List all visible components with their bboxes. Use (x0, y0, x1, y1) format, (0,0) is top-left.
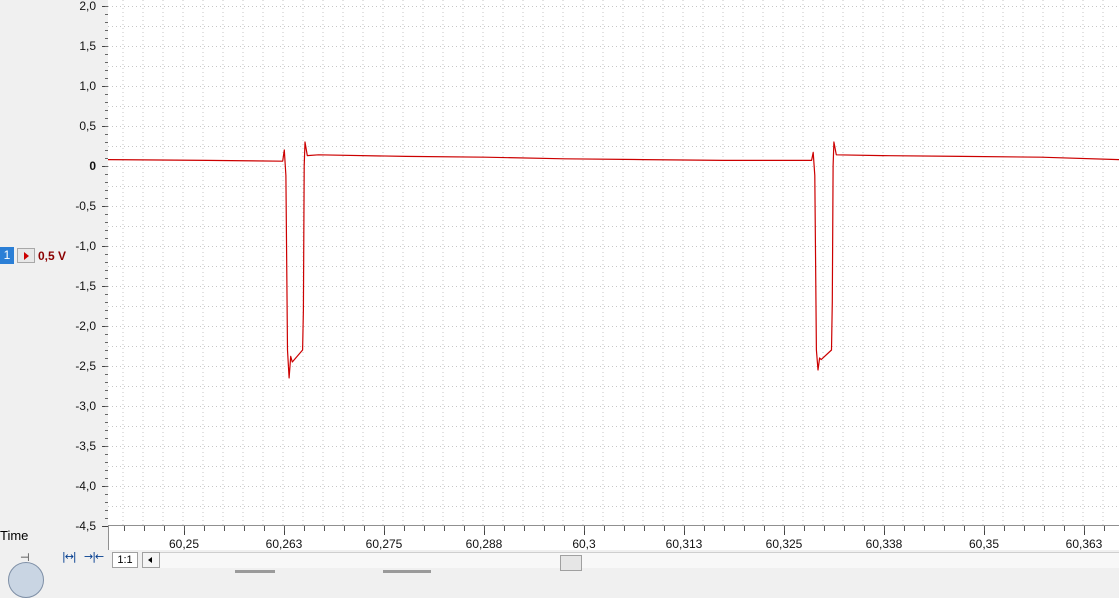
y-tick-label: 0,5 (79, 119, 96, 133)
time-axis: 60,25 60,263 60,275 60,288 60,3 60,313 60,325 6… (108, 525, 1119, 551)
y-tick-label: 1,5 (79, 39, 96, 53)
x-minor-tick (684, 526, 685, 531)
waveform-plot (108, 0, 1119, 525)
plot-area[interactable] (108, 0, 1119, 525)
x-minor-tick (144, 526, 145, 531)
x-minor-tick (184, 526, 185, 531)
x-minor-tick (384, 526, 385, 531)
round-button[interactable] (8, 562, 44, 598)
x-tick-label: 60,3 (572, 537, 596, 551)
x-minor-tick (164, 526, 165, 531)
x-minor-tick (1084, 526, 1085, 531)
x-minor-tick (704, 526, 705, 531)
channel-scale[interactable]: 0,5 V (38, 249, 66, 263)
x-minor-tick (764, 526, 765, 531)
x-minor-tick (324, 526, 325, 531)
x-minor-tick (484, 526, 485, 531)
expand-icon[interactable]: |↔| (62, 550, 77, 568)
x-minor-tick (304, 526, 305, 531)
x-tick-label: 60,338 (865, 537, 903, 551)
channel-arrow-icon[interactable] (17, 248, 35, 263)
x-minor-tick (804, 526, 805, 531)
x-minor-tick (584, 526, 585, 531)
x-minor-tick (364, 526, 365, 531)
x-minor-tick (284, 526, 285, 531)
x-minor-tick (424, 526, 425, 531)
x-minor-tick (724, 526, 725, 531)
x-tick-label: 60,263 (265, 537, 303, 551)
x-minor-tick (904, 526, 905, 531)
x-minor-tick (1004, 526, 1005, 531)
x-tick-label: 60,25 (168, 537, 200, 551)
y-tick-label: -3,0 (75, 399, 96, 413)
x-minor-tick (944, 526, 945, 531)
zoom-ratio-button[interactable]: 1:1 (112, 552, 138, 568)
x-minor-tick (924, 526, 925, 531)
scroll-left-icon[interactable] (142, 552, 160, 568)
x-tick-label: 60,313 (665, 537, 703, 551)
x-minor-tick (524, 526, 525, 531)
x-minor-tick (244, 526, 245, 531)
y-tick-label: -4,0 (75, 479, 96, 493)
bottom-toolbar: ⊣ |↔| →|← 1:1 (0, 550, 1119, 598)
x-minor-tick (464, 526, 465, 531)
x-minor-tick (744, 526, 745, 531)
y-tick-label: -4,5 (75, 519, 96, 533)
y-tick-label: 1,0 (79, 79, 96, 93)
y-tick-label: -1,5 (75, 279, 96, 293)
x-tick-label: 60,325 (765, 537, 803, 551)
x-tick-label: 60,275 (365, 537, 403, 551)
x-minor-tick (1044, 526, 1045, 531)
x-minor-tick (444, 526, 445, 531)
x-minor-tick (824, 526, 825, 531)
x-minor-tick (644, 526, 645, 531)
y-tick-label: -2,5 (75, 359, 96, 373)
x-minor-tick (984, 526, 985, 531)
x-minor-tick (784, 526, 785, 531)
y-tick-label: -3,5 (75, 439, 96, 453)
x-minor-tick (224, 526, 225, 531)
x-minor-tick (844, 526, 845, 531)
y-tick-label: -0,5 (75, 199, 96, 213)
compress-icon[interactable]: →|← (84, 550, 104, 568)
waveform-series (108, 141, 1119, 379)
x-minor-tick (344, 526, 345, 531)
x-minor-tick (544, 526, 545, 531)
x-minor-tick (204, 526, 205, 531)
x-minor-tick (404, 526, 405, 531)
x-minor-tick (624, 526, 625, 531)
x-minor-tick (664, 526, 665, 531)
x-minor-tick (504, 526, 505, 531)
x-minor-tick (1064, 526, 1065, 531)
x-tick-label: 60,35 (968, 537, 1000, 551)
channel-number[interactable]: 1 (0, 247, 14, 264)
x-minor-tick (124, 526, 125, 531)
y-tick-label: 2,0 (79, 0, 96, 13)
x-minor-tick (564, 526, 565, 531)
x-tick-label: 60,363 (1065, 537, 1103, 551)
x-minor-tick (264, 526, 265, 531)
x-minor-tick (964, 526, 965, 531)
scrollbar-thumb[interactable] (560, 555, 582, 571)
x-minor-tick (884, 526, 885, 531)
x-minor-tick (1024, 526, 1025, 531)
x-minor-tick (604, 526, 605, 531)
x-tick-label: 60,288 (465, 537, 503, 551)
x-minor-tick (864, 526, 865, 531)
y-tick-label: -2,0 (75, 319, 96, 333)
time-axis-label: Time (0, 528, 29, 543)
pin-icon[interactable]: ⊣ (20, 551, 32, 564)
y-tick-label: 0 (89, 159, 96, 173)
channel-selector[interactable]: 1 0,5 V (0, 247, 66, 264)
x-minor-tick (1104, 526, 1105, 531)
horizontal-scrollbar[interactable] (160, 552, 1119, 571)
